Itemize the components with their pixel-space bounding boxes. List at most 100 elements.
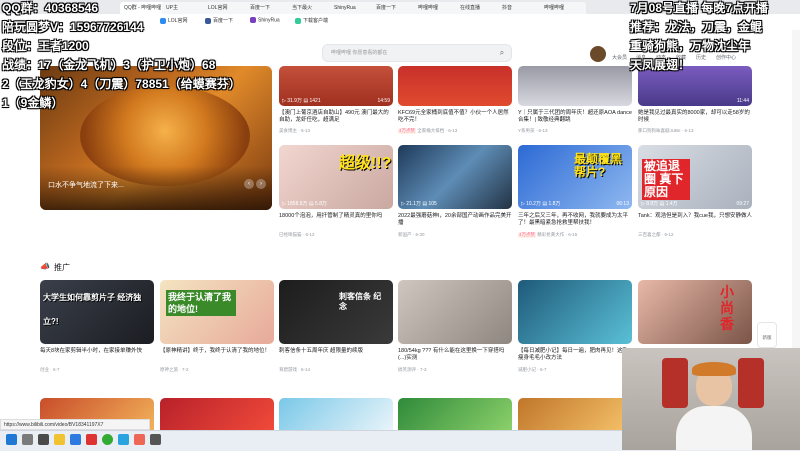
video-thumbnail[interactable]: 我终于认清了我的地位!: [160, 280, 274, 344]
bookmark-item[interactable]: 百度一下: [205, 17, 233, 24]
header-creator-link[interactable]: 创作中心: [716, 54, 736, 61]
video-meta[interactable]: 新国产 · 6-30: [398, 232, 425, 238]
qq-icon[interactable]: [118, 434, 129, 445]
chrome-icon[interactable]: [102, 434, 113, 445]
video-meta[interactable]: 那口狗狗咏喜剧JUBe · 6-13: [638, 128, 694, 134]
app-icon[interactable]: [134, 434, 145, 445]
video-thumbnail[interactable]: 刺客信条 纪念: [279, 280, 393, 344]
video-stats: ▷ 1858.8万 ▤ 5.8万: [282, 201, 327, 207]
folder-icon[interactable]: [54, 434, 65, 445]
promo-card[interactable]: 180/54kg ??? 有什么能在这里换一下穿搭吗(...)实测 搞笑测评 ·…: [398, 280, 512, 376]
video-title[interactable]: 【澳门上葡京酒店自助山】490元 澳门最大的自助，龙虾任吃，超满足: [279, 110, 393, 124]
video-thumbnail[interactable]: [279, 398, 393, 430]
tab[interactable]: UP主: [162, 2, 208, 14]
promo-card[interactable]: 我终于认清了我的地位! 【原神精讲】终于，我终于认清了我的地位！ 原神之旅 · …: [160, 280, 274, 376]
promo-card[interactable]: 小尚香: [638, 280, 752, 346]
video-thumbnail[interactable]: 最颠覆黑帮片? ▷ 10.2万 ▤ 1.8万 06:13: [518, 145, 632, 209]
video-meta[interactable]: 育碧游戏 · 6-14: [279, 367, 310, 373]
video-title[interactable]: 每天8块在家剪辑半小时，在家接单赚外快: [40, 348, 154, 355]
video-thumbnail[interactable]: [518, 398, 632, 430]
bookmark-item[interactable]: 下载客户端: [295, 17, 328, 24]
video-card[interactable]: KFC69元全家桶到底值不值？小伙一个人居然吃不完！ 4万点赞 全家桶大排档 ·…: [398, 66, 512, 140]
streamer-webcam: [622, 348, 800, 450]
video-title[interactable]: KFC69元全家桶到底值不值？小伙一个人居然吃不完！: [398, 110, 512, 124]
tab[interactable]: ShinyRua: [330, 2, 376, 14]
edge-icon[interactable]: [70, 434, 81, 445]
banner-caption[interactable]: 口水不争气地流了下来...: [48, 180, 124, 190]
video-meta[interactable]: 4万点赞 全家桶大排档 · 6-13: [398, 128, 457, 134]
tab[interactable]: 百度一下: [372, 2, 418, 14]
video-thumbnail[interactable]: [398, 66, 512, 106]
bookmark-item[interactable]: LOL官网: [160, 17, 187, 24]
video-title[interactable]: Tank：观浩但是到入？我cue我，只想安静做人: [638, 213, 752, 220]
new-version-button[interactable]: 新版: [757, 322, 777, 348]
promo-card[interactable]: 刺客信条 纪念 刺客信条十五周年庆 超限量的续版 育碧游戏 · 6-14: [279, 280, 393, 376]
video-title[interactable]: 【每日减肥小记】每日一遍，肥肉再见！这款瘦身毛毛小改方法: [518, 348, 632, 362]
video-duration: 14:59: [377, 98, 390, 104]
search-icon[interactable]: [22, 434, 33, 445]
video-meta[interactable]: 美食博主 · 6-13: [279, 128, 310, 134]
bookmark-item[interactable]: ShinyRua: [250, 17, 280, 23]
video-thumbnail[interactable]: 超级!!? ▷ 1858.8万 ▤ 5.8万: [279, 145, 393, 209]
video-meta[interactable]: 三百喜之都 · 6-12: [638, 232, 674, 238]
tab[interactable]: 在线直播: [456, 2, 502, 14]
video-title[interactable]: 刺客信条十五周年庆 超限量的续版: [279, 348, 393, 355]
avatar[interactable]: [590, 46, 606, 62]
windows-start-icon[interactable]: [6, 434, 17, 445]
video-card[interactable]: 最颠覆黑帮片? ▷ 10.2万 ▤ 1.8万 06:13 三年之后又三年，再不收…: [518, 145, 632, 241]
video-thumbnail[interactable]: 被追退圈 真下原因 ▷ 8.8万 ▤ 1.4万 09:27: [638, 145, 752, 209]
video-thumbnail[interactable]: ▷ 21.1万 ▤ 105: [398, 145, 512, 209]
task-view-icon[interactable]: [38, 434, 49, 445]
megaphone-icon: 📣: [40, 262, 50, 271]
video-title[interactable]: 【原神精讲】终于，我终于认清了我的地位！: [160, 348, 274, 355]
header-vip-link[interactable]: 大会员: [612, 54, 627, 61]
tab[interactable]: 哔哩哔哩: [540, 2, 586, 14]
video-meta[interactable]: Y系男孩 · 6-13: [518, 128, 548, 134]
video-card[interactable]: Y｜只属于三代团的周年庆！超还原AOA dance合集！| 致敬经典翻跳 Y系男…: [518, 66, 632, 140]
video-thumbnail[interactable]: [518, 280, 632, 344]
video-title[interactable]: 三年之后又三年，再不收网，我就要成为太平了！最黑暗紧急抢救里帮扶我！: [518, 213, 632, 227]
app-icon[interactable]: [86, 434, 97, 445]
banner-prev-button[interactable]: ‹: [244, 179, 254, 189]
search-icon[interactable]: ⌕: [496, 47, 508, 59]
video-stats: ▷ 10.2万 ▤ 1.8万: [521, 201, 561, 207]
tab[interactable]: LOL官网: [204, 2, 250, 14]
video-title[interactable]: 18000个泡泡，用扦管制了精灵真的里你吗: [279, 213, 393, 220]
link-status-url: https://www.bilibili.com/video/BV1834119…: [0, 419, 150, 430]
banner-next-button[interactable]: ›: [256, 179, 266, 189]
video-meta[interactable]: 搞笑测评 · 7-3: [398, 367, 427, 373]
video-meta[interactable]: 减肥小记 · 6-7: [518, 367, 547, 373]
video-title[interactable]: 180/54kg ??? 有什么能在这里换一下穿搭吗(...)实测: [398, 348, 512, 362]
video-card[interactable]: 11:44 她是我见过最真实的8000家，却可以走58岁的时候 那口狗狗咏喜剧J…: [638, 66, 752, 140]
promo-card[interactable]: 【每日减肥小记】每日一遍，肥肉再见！这款瘦身毛毛小改方法 减肥小记 · 6-7: [518, 280, 632, 376]
video-meta[interactable]: 已经咩猫猫 · 6-12: [279, 232, 315, 238]
video-thumbnail[interactable]: [518, 66, 632, 106]
tab[interactable]: 抖音: [498, 2, 544, 14]
app-icon[interactable]: [150, 434, 161, 445]
tab[interactable]: 当下最火: [288, 2, 334, 14]
video-thumbnail[interactable]: ▷ 31.9万 ▤ 1421 14:59: [279, 66, 393, 106]
video-meta[interactable]: 原神之旅 · 7-2: [160, 367, 189, 373]
video-title[interactable]: 她是我见过最真实的8000家，却可以走58岁的时候: [638, 110, 752, 124]
thumbnail-overlay-text: 大学生如何靠剪片子 经济独立?!: [43, 293, 142, 326]
video-meta[interactable]: 4万点赞 精彩抢黄大作 · 6-15: [518, 232, 577, 238]
video-title[interactable]: Y｜只属于三代团的周年庆！超还原AOA dance合集！| 致敬经典翻跳: [518, 110, 632, 124]
video-thumbnail[interactable]: [398, 398, 512, 430]
chair-right: [738, 358, 764, 408]
video-meta[interactable]: 创业 · 6-7: [40, 367, 60, 373]
header-history-link[interactable]: 历史: [696, 54, 706, 61]
video-title[interactable]: 2022最强蘑菇神Ⅰ，20余部国产动画作品完美开播: [398, 213, 512, 227]
tab[interactable]: 哔哩哔哩: [414, 2, 460, 14]
video-card[interactable]: ▷ 21.1万 ▤ 105 2022最强蘑菇神Ⅰ，20余部国产动画作品完美开播 …: [398, 145, 512, 241]
video-card[interactable]: 超级!!? ▷ 1858.8万 ▤ 5.8万 18000个泡泡，用扦管制了精灵真…: [279, 145, 393, 241]
tab[interactable]: 百度一下: [246, 2, 292, 14]
video-thumbnail[interactable]: [160, 398, 274, 430]
search-input[interactable]: 哔哩哔哩 你愿意看的都在: [322, 44, 512, 62]
tab-active[interactable]: QQ群 - 哔哩哔哩: [120, 2, 166, 14]
video-thumbnail[interactable]: 大学生如何靠剪片子 经济独立?!: [40, 280, 154, 344]
video-thumbnail[interactable]: 小尚香: [638, 280, 752, 344]
video-thumbnail[interactable]: [398, 280, 512, 344]
video-card[interactable]: 被追退圈 真下原因 ▷ 8.8万 ▤ 1.4万 09:27 Tank：观浩但是到…: [638, 145, 752, 241]
promo-card[interactable]: 大学生如何靠剪片子 经济独立?! 每天8块在家剪辑半小时，在家接单赚外快 创业 …: [40, 280, 154, 376]
video-card[interactable]: ▷ 31.9万 ▤ 1421 14:59 【澳门上葡京酒店自助山】490元 澳门…: [279, 66, 393, 140]
